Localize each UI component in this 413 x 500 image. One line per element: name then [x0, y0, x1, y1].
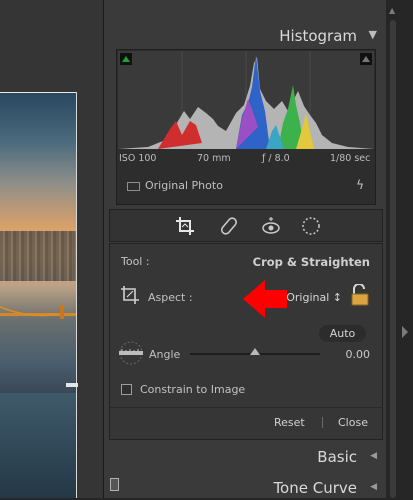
close-button[interactable]: Close — [338, 416, 368, 429]
shutter-speed: 1/80 sec — [330, 153, 371, 164]
photo-bridge — [0, 305, 76, 319]
aspect-label: Aspect : — [148, 291, 193, 304]
expand-triangle-icon[interactable]: ◀ — [370, 451, 377, 461]
reset-button[interactable]: Reset — [274, 416, 305, 429]
healing-tool-icon[interactable] — [218, 215, 240, 237]
panel-divider — [110, 407, 382, 408]
crop-handle[interactable] — [66, 383, 78, 387]
crop-frame-top[interactable] — [0, 92, 77, 93]
photo-cityscape — [0, 231, 76, 281]
red-eye-tool-icon[interactable] — [260, 215, 282, 237]
tool-label: Tool : — [121, 255, 150, 268]
photo-image[interactable] — [0, 93, 76, 498]
button-separator — [322, 417, 323, 428]
crop-frame-right[interactable] — [76, 92, 77, 498]
basic-header[interactable]: Basic ◀ — [104, 443, 387, 469]
histogram-box: ISO 100 70 mm ƒ / 8.0 1/80 sec Original … — [116, 49, 376, 205]
lightning-icon[interactable]: ϟ — [356, 178, 364, 192]
crop-tool-icon[interactable] — [174, 215, 196, 237]
angle-slider-knob[interactable] — [250, 348, 260, 355]
constrain-label[interactable]: Constrain to Image — [140, 383, 245, 396]
lock-icon[interactable] — [350, 283, 370, 306]
tone-curve-header[interactable]: Tone Curve ◀ — [104, 474, 387, 500]
highlight-clip-indicator[interactable] — [360, 53, 372, 65]
tool-name: Crop & Straighten — [252, 255, 370, 269]
histogram-header[interactable]: Histogram ▼ — [104, 22, 387, 48]
basic-title: Basic — [317, 448, 357, 466]
aperture-value: ƒ / 8.0 — [262, 153, 290, 164]
histogram-metadata: ISO 100 70 mm ƒ / 8.0 1/80 sec — [117, 151, 375, 167]
aspect-dropdown[interactable]: Original ↕ — [286, 291, 342, 304]
straighten-tool-icon[interactable] — [116, 341, 146, 365]
iso-value: ISO 100 — [119, 153, 157, 164]
original-photo-icon — [127, 182, 140, 191]
original-photo-row[interactable]: Original Photo ϟ — [117, 174, 375, 198]
auto-button[interactable]: Auto — [319, 325, 366, 342]
expand-triangle-icon[interactable]: ◀ — [370, 482, 377, 492]
shadow-clip-indicator[interactable] — [120, 53, 132, 65]
photo-canvas[interactable] — [0, 0, 103, 498]
focal-length: 70 mm — [197, 153, 231, 164]
tool-strip — [109, 209, 383, 242]
angle-value[interactable]: 0.00 — [346, 348, 371, 361]
panel-toggle-switch[interactable] — [110, 478, 119, 491]
masking-tool-icon[interactable] — [300, 215, 322, 237]
histogram-chart — [118, 51, 374, 149]
original-photo-label: Original Photo — [145, 179, 223, 192]
histogram-title: Histogram — [279, 27, 357, 45]
histogram-graph[interactable] — [118, 51, 374, 149]
crop-panel: Tool : Crop & Straighten Aspect : Origin… — [109, 243, 383, 440]
crop-frame-tool-icon[interactable] — [120, 285, 140, 305]
photo-water — [0, 393, 76, 498]
scroll-up-icon[interactable]: ▲ — [389, 6, 395, 15]
scrollbar-thumb[interactable] — [390, 20, 396, 498]
right-panel-toggle-icon[interactable] — [402, 326, 408, 338]
develop-right-panel: Histogram ▼ ISO 100 70 mm ƒ / 8.0 1/80 s… — [103, 0, 388, 498]
tone-curve-title: Tone Curve — [273, 479, 357, 497]
collapse-triangle-icon[interactable]: ▼ — [369, 28, 377, 41]
angle-label: Angle — [149, 348, 181, 361]
right-scroll-column: ▲ — [386, 0, 413, 498]
constrain-checkbox[interactable] — [121, 384, 132, 395]
red-arrow-annotation — [243, 280, 287, 318]
